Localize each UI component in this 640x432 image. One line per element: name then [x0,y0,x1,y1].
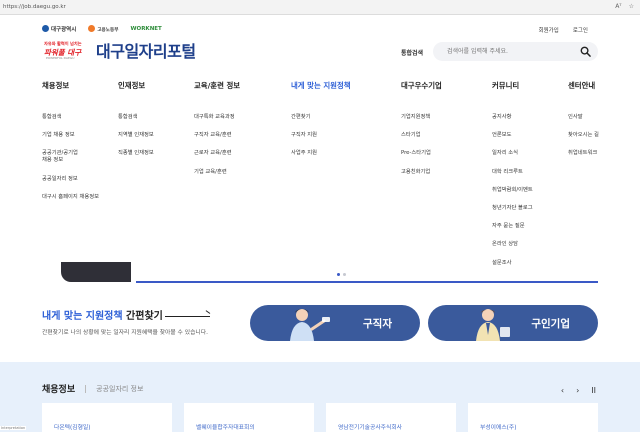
menu-col-recruit: 채용정보 통합검색 기업 채용 정보 공공기관/공기업 채용 정보 공공일자리 … [42,80,99,212]
job-card[interactable]: 다온텍(김형일) [42,403,172,432]
menu-item[interactable]: 기업 채용 정보 [42,132,99,139]
user-links: 회원가입 로그인 [539,26,588,34]
menu-head-center[interactable]: 센터안내 [568,80,599,91]
menu-item[interactable]: 온라인 상담 [492,241,533,248]
daegu-city-logo[interactable]: 대구광역시 [42,25,76,33]
arrow-right-icon [165,316,210,317]
job-card-company: 영남전기기술공사주식회사 [338,425,402,431]
search-input[interactable] [433,42,573,61]
tab-recruit-info[interactable]: 채용정보 [42,382,75,395]
job-seeker-button[interactable]: 구직자 [250,305,420,341]
menu-item[interactable]: 스타기업 [401,132,442,139]
worknet-logo[interactable]: WORKNET [130,26,161,32]
menu-item[interactable]: Pre-스타기업 [401,150,442,157]
url-text[interactable]: https://job.daegu.go.kr [3,4,66,10]
prev-arrow-icon[interactable]: ‹ [561,386,564,395]
site-title: 대구일자리포털 [96,42,196,61]
menu-item[interactable]: 간편찾기 [291,114,351,121]
menu-head-talent[interactable]: 인재정보 [118,80,154,91]
menu-item[interactable]: 공공기관/공기업 채용 정보 [42,150,99,164]
next-arrow-icon[interactable]: › [576,386,579,395]
job-card-company: 다온텍(김형일) [54,425,91,431]
reader-icon[interactable]: Aᵀ [615,3,621,10]
search-box [433,42,598,61]
ministry-logo[interactable]: 고용노동부 [88,25,118,33]
recruit-section: 채용정보 공공일자리 정보 ‹ › II 다온텍(김형일) 벨웨이율합주자대표회… [0,362,640,432]
menu-item[interactable]: 인사말 [568,114,599,121]
job-card-company: 부성이에스(주) [480,425,517,431]
login-link[interactable]: 로그인 [573,26,588,34]
menu-col-policy: 내게 맞는 지원정책 간편찾기 구직자 지원 사업주 지원 [291,80,351,169]
menu-item[interactable]: 대학 리크루트 [492,169,533,176]
menu-item[interactable]: 대구시 홈페이지 채용정보 [42,194,99,201]
menu-col-talent: 인재정보 통합검색 지역별 인재정보 직종별 인재정보 [118,80,154,169]
carousel-indicators [337,273,346,276]
menu-col-center: 센터안내 인사말 찾아오시는 길 취업네트워크 [568,80,599,169]
menu-item[interactable]: 근로자 교육/훈련 [194,150,240,157]
menu-item[interactable]: 고용친화기업 [401,169,442,176]
menu-item[interactable]: 취업박람회/이벤트 [492,187,533,194]
employer-label: 구인기업 [531,318,570,330]
policy-finder-title: 내게 맞는 지원정책 간편찾기 [42,311,163,322]
job-card[interactable]: 벨웨이율합주자대표회의 [184,403,314,432]
job-card[interactable]: 영남전기기술공사주식회사 [326,403,456,432]
menu-head-recruit[interactable]: 채용정보 [42,80,99,91]
corner-note: Interpretation [0,426,27,430]
pause-icon[interactable]: II [591,386,596,395]
carousel-dot-active[interactable] [337,273,340,276]
carousel-dot[interactable] [343,273,346,276]
job-seeker-label: 구직자 [363,318,392,330]
menu-head-policy[interactable]: 내게 맞는 지원정책 [291,80,351,91]
site-logo[interactable]: 자유와 활력이 넘치는 파워풀 대구 POWERFUL DAEGU 대구일자리포… [42,38,196,62]
job-card[interactable]: 부성이에스(주) [468,403,598,432]
hero-dark-block [61,262,131,282]
tab-public-jobs[interactable]: 공공일자리 정보 [96,384,143,394]
menu-item[interactable]: 지역별 인재정보 [118,132,154,139]
menu-item[interactable]: 통합검색 [42,114,99,121]
menu-head-companies[interactable]: 대구우수기업 [401,80,442,91]
browser-address-bar[interactable]: https://job.daegu.go.kr Aᵀ ☆ [0,0,640,15]
menu-item[interactable]: 청년기자단 블로그 [492,205,533,212]
menu-item[interactable]: 일자리 소식 [492,150,533,157]
menu-item[interactable]: 통합검색 [118,114,154,121]
favorite-icon[interactable]: ☆ [629,3,634,10]
powerful-daegu-badge: 자유와 활력이 넘치는 파워풀 대구 POWERFUL DAEGU [44,41,82,60]
register-link[interactable]: 회원가입 [539,26,559,34]
menu-item[interactable]: 자주 묻는 질문 [492,223,533,230]
menu-item[interactable]: 직종별 인재정보 [118,150,154,157]
menu-item[interactable]: 대구특화 교육과정 [194,114,240,121]
employer-illustration [476,309,510,341]
policy-finder-description: 간편찾기로 나의 상황에 맞는 일자리 지원혜택을 찾아볼 수 있습니다. [42,330,208,336]
menu-head-community[interactable]: 커뮤니티 [492,80,533,91]
menu-col-education: 교육/훈련 정보 대구특화 교육과정 구직자 교육/훈련 근로자 교육/훈련 기… [194,80,240,187]
menu-item[interactable]: 취업네트워크 [568,150,599,157]
hero-banner-edge [0,262,640,284]
tab-divider [85,384,87,393]
menu-item[interactable]: 찾아오시는 길 [568,132,599,139]
menu-head-education[interactable]: 교육/훈련 정보 [194,80,240,91]
menu-item[interactable]: 사업주 지원 [291,150,351,157]
carousel-controls: ‹ › II [561,386,596,395]
menu-item[interactable]: 공공일자리 정보 [42,176,99,183]
menu-item[interactable]: 구직자 지원 [291,132,351,139]
search-label: 통합검색 [401,50,424,57]
menu-col-community: 커뮤니티 공지사항 언론보도 일자리 소식 대학 리크루트 취업박람회/이벤트 … [492,80,533,278]
menu-item[interactable]: 공지사항 [492,114,533,121]
employer-button[interactable]: 구인기업 [428,305,598,341]
job-seeker-illustration [290,309,330,341]
recruit-tabs: 채용정보 공공일자리 정보 [42,382,143,395]
search-icon[interactable] [580,46,591,57]
menu-item[interactable]: 기업지원정책 [401,114,442,121]
job-card-company: 벨웨이율합주자대표회의 [196,425,255,431]
hero-blue-line [136,281,598,283]
menu-col-companies: 대구우수기업 기업지원정책 스타기업 Pre-스타기업 고용친화기업 [401,80,442,187]
menu-item[interactable]: 기업 교육/훈련 [194,169,240,176]
menu-item[interactable]: 언론보도 [492,132,533,139]
menu-item[interactable]: 구직자 교육/훈련 [194,132,240,139]
partner-logos: 대구광역시 고용노동부 WORKNET [42,25,162,33]
